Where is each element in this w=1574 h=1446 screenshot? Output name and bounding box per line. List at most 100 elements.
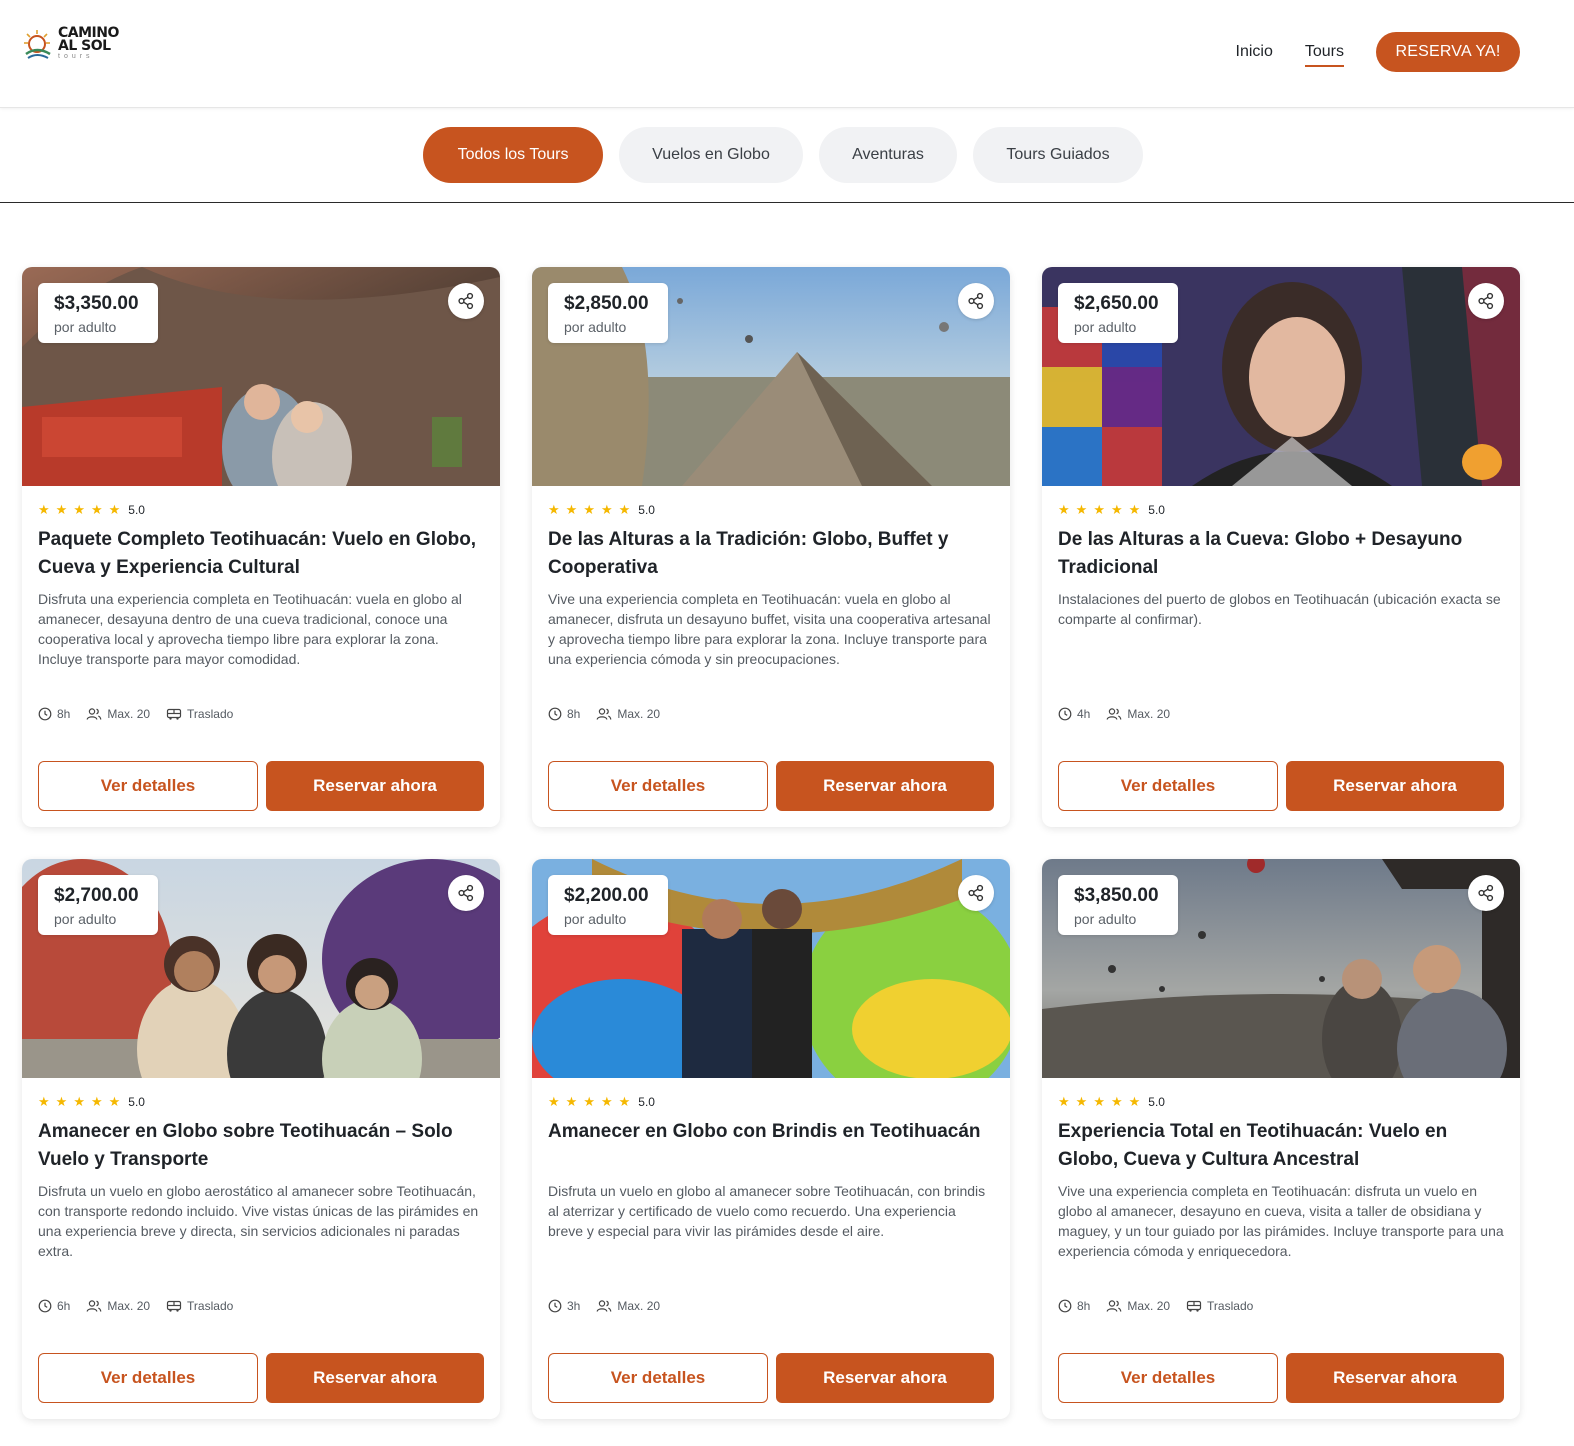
reserva-ya-button[interactable]: RESERVA YA! [1376,32,1520,72]
tour-photo[interactable]: $3,350.00 por adulto [22,267,500,486]
tour-photo[interactable]: $3,850.00 por adulto [1042,859,1520,1078]
tour-title[interactable]: Amanecer en Globo con Brindis en Teotihu… [548,1118,994,1146]
ver-detalles-button[interactable]: Ver detalles [548,1353,768,1403]
rating-stars: ★ ★ ★ ★ ★ [1058,501,1146,519]
share-icon [1478,292,1494,310]
duration: 8h [548,707,580,721]
share-button[interactable] [448,875,484,911]
nav-link-inicio[interactable]: Inicio [1236,33,1273,71]
share-icon [968,884,984,902]
ver-detalles-button[interactable]: Ver detalles [1058,1353,1278,1403]
star-icon: ★ [55,1094,68,1109]
reservar-ahora-button[interactable]: Reservar ahora [266,1353,484,1403]
share-icon [458,884,474,902]
tour-title[interactable]: De las Alturas a la Tradición: Globo, Bu… [548,526,994,582]
rating-stars: ★ ★ ★ ★ ★ [38,501,126,519]
share-button[interactable] [1468,283,1504,319]
tour-description: Instalaciones del puerto de globos en Te… [1058,591,1501,627]
site-header: CAMINO AL SOL tours Inicio Tours RESERVA… [0,0,1574,108]
capacity: Max. 20 [1106,707,1170,721]
tour-price: $2,650.00 [1074,293,1159,314]
star-icon: ★ [565,1094,578,1109]
reservar-ahora-button[interactable]: Reservar ahora [1286,1353,1504,1403]
duration-value: 3h [567,1299,581,1313]
nav-link-tours[interactable]: Tours [1304,33,1345,71]
rating-value: 5.0 [128,1095,145,1109]
star-icon: ★ [583,502,595,517]
tour-description: Vive una experiencia completa en Teotihu… [1058,1183,1504,1259]
share-button[interactable] [448,283,484,319]
sun-logo-icon [24,30,51,59]
transfer-value: Traslado [187,1299,234,1313]
rating: ★ ★ ★ ★ ★ 5.0 [1058,502,1165,518]
filter-tours-guiados[interactable]: Tours Guiados [973,127,1143,183]
price-unit: por adulto [1074,911,1137,927]
star-icon: ★ [38,502,50,517]
reservar-ahora-button[interactable]: Reservar ahora [776,1353,994,1403]
tour-title[interactable]: Experiencia Total en Teotihuacán: Vuelo … [1058,1118,1504,1174]
rating: ★ ★ ★ ★ ★ 5.0 [38,502,145,518]
star-icon: ★ [618,502,631,517]
tour-card-5: $2,200.00 por adulto ★ ★ ★ ★ ★ 5.0 Amanecer … [532,859,1010,1419]
price-badge: $2,850.00 por adulto [548,283,668,343]
tour-photo[interactable]: $2,700.00 por adulto [22,859,500,1078]
bus-icon [166,708,182,720]
ver-detalles-button[interactable]: Ver detalles [1058,761,1278,811]
users-icon [1106,708,1122,720]
ver-detalles-button[interactable]: Ver detalles [548,761,768,811]
filter-aventuras[interactable]: Aventuras [819,127,957,183]
capacity: Max. 20 [86,1299,150,1313]
tour-card-3: $2,650.00 por adulto ★ ★ ★ ★ ★ 5.0 De las Al… [1042,267,1520,827]
duration: 6h [38,1299,70,1313]
capacity-value: Max. 20 [107,707,151,721]
rating-value: 5.0 [1148,503,1165,517]
tour-title[interactable]: Paquete Completo Teotihuacán: Vuelo en G… [38,526,484,582]
logo-subtitle: tours [58,53,94,61]
tour-price: $3,850.00 [1074,885,1159,906]
brand-logo[interactable]: CAMINO AL SOL tours [22,24,122,64]
capacity: Max. 20 [86,707,150,721]
capacity-value: Max. 20 [617,1299,661,1313]
tour-meta: 8h Max. 20 [38,706,249,722]
tour-photo[interactable]: $2,850.00 por adulto [532,267,1010,486]
tour-photo[interactable]: $2,650.00 por adulto [1042,267,1520,486]
duration-value: 8h [57,707,71,721]
tour-title[interactable]: De las Alturas a la Cueva: Globo + Desay… [1058,526,1504,582]
star-icon: ★ [73,502,85,517]
tour-meta: 6h Max. 20 Traslado [38,1298,249,1314]
reservar-ahora-button[interactable]: Reservar ahora [776,761,994,811]
tour-price: $2,200.00 [564,885,649,906]
reservar-ahora-button[interactable]: Reservar ahora [1286,761,1504,811]
duration: 3h [548,1299,580,1313]
tour-title[interactable]: Amanecer en Globo sobre Teotihuacán – So… [38,1118,484,1174]
share-icon [968,292,984,310]
share-button[interactable] [958,875,994,911]
tour-meta: 8h Max. 20 [1058,1298,1269,1314]
ver-detalles-button[interactable]: Ver detalles [38,1353,258,1403]
reservar-ahora-button[interactable]: Reservar ahora [266,761,484,811]
ver-detalles-button[interactable]: Ver detalles [38,761,258,811]
tour-price: $3,350.00 [54,293,139,314]
transfer-value: Traslado [1207,1299,1254,1313]
users-icon [596,1300,612,1312]
duration-value: 8h [567,707,581,721]
price-unit: por adulto [54,911,117,927]
filter-todos-los-tours[interactable]: Todos los Tours [423,127,603,183]
duration-value: 6h [57,1299,71,1313]
filter-vuelos-en-globo[interactable]: Vuelos en Globo [619,127,803,183]
users-icon [86,1300,102,1312]
star-icon: ★ [1058,1094,1070,1109]
star-icon: ★ [1110,1094,1123,1109]
tour-photo[interactable]: $2,200.00 por adulto [532,859,1010,1078]
share-button[interactable] [958,283,994,319]
tour-meta: 3h Max. 20 [548,1298,676,1314]
capacity-value: Max. 20 [107,1299,151,1313]
share-button[interactable] [1468,875,1504,911]
star-icon: ★ [1058,502,1070,517]
star-icon: ★ [565,502,578,517]
rating-value: 5.0 [128,503,145,517]
star-icon: ★ [548,1094,560,1109]
price-badge: $3,350.00 por adulto [38,283,158,343]
star-icon: ★ [1093,502,1105,517]
star-icon: ★ [1128,502,1141,517]
